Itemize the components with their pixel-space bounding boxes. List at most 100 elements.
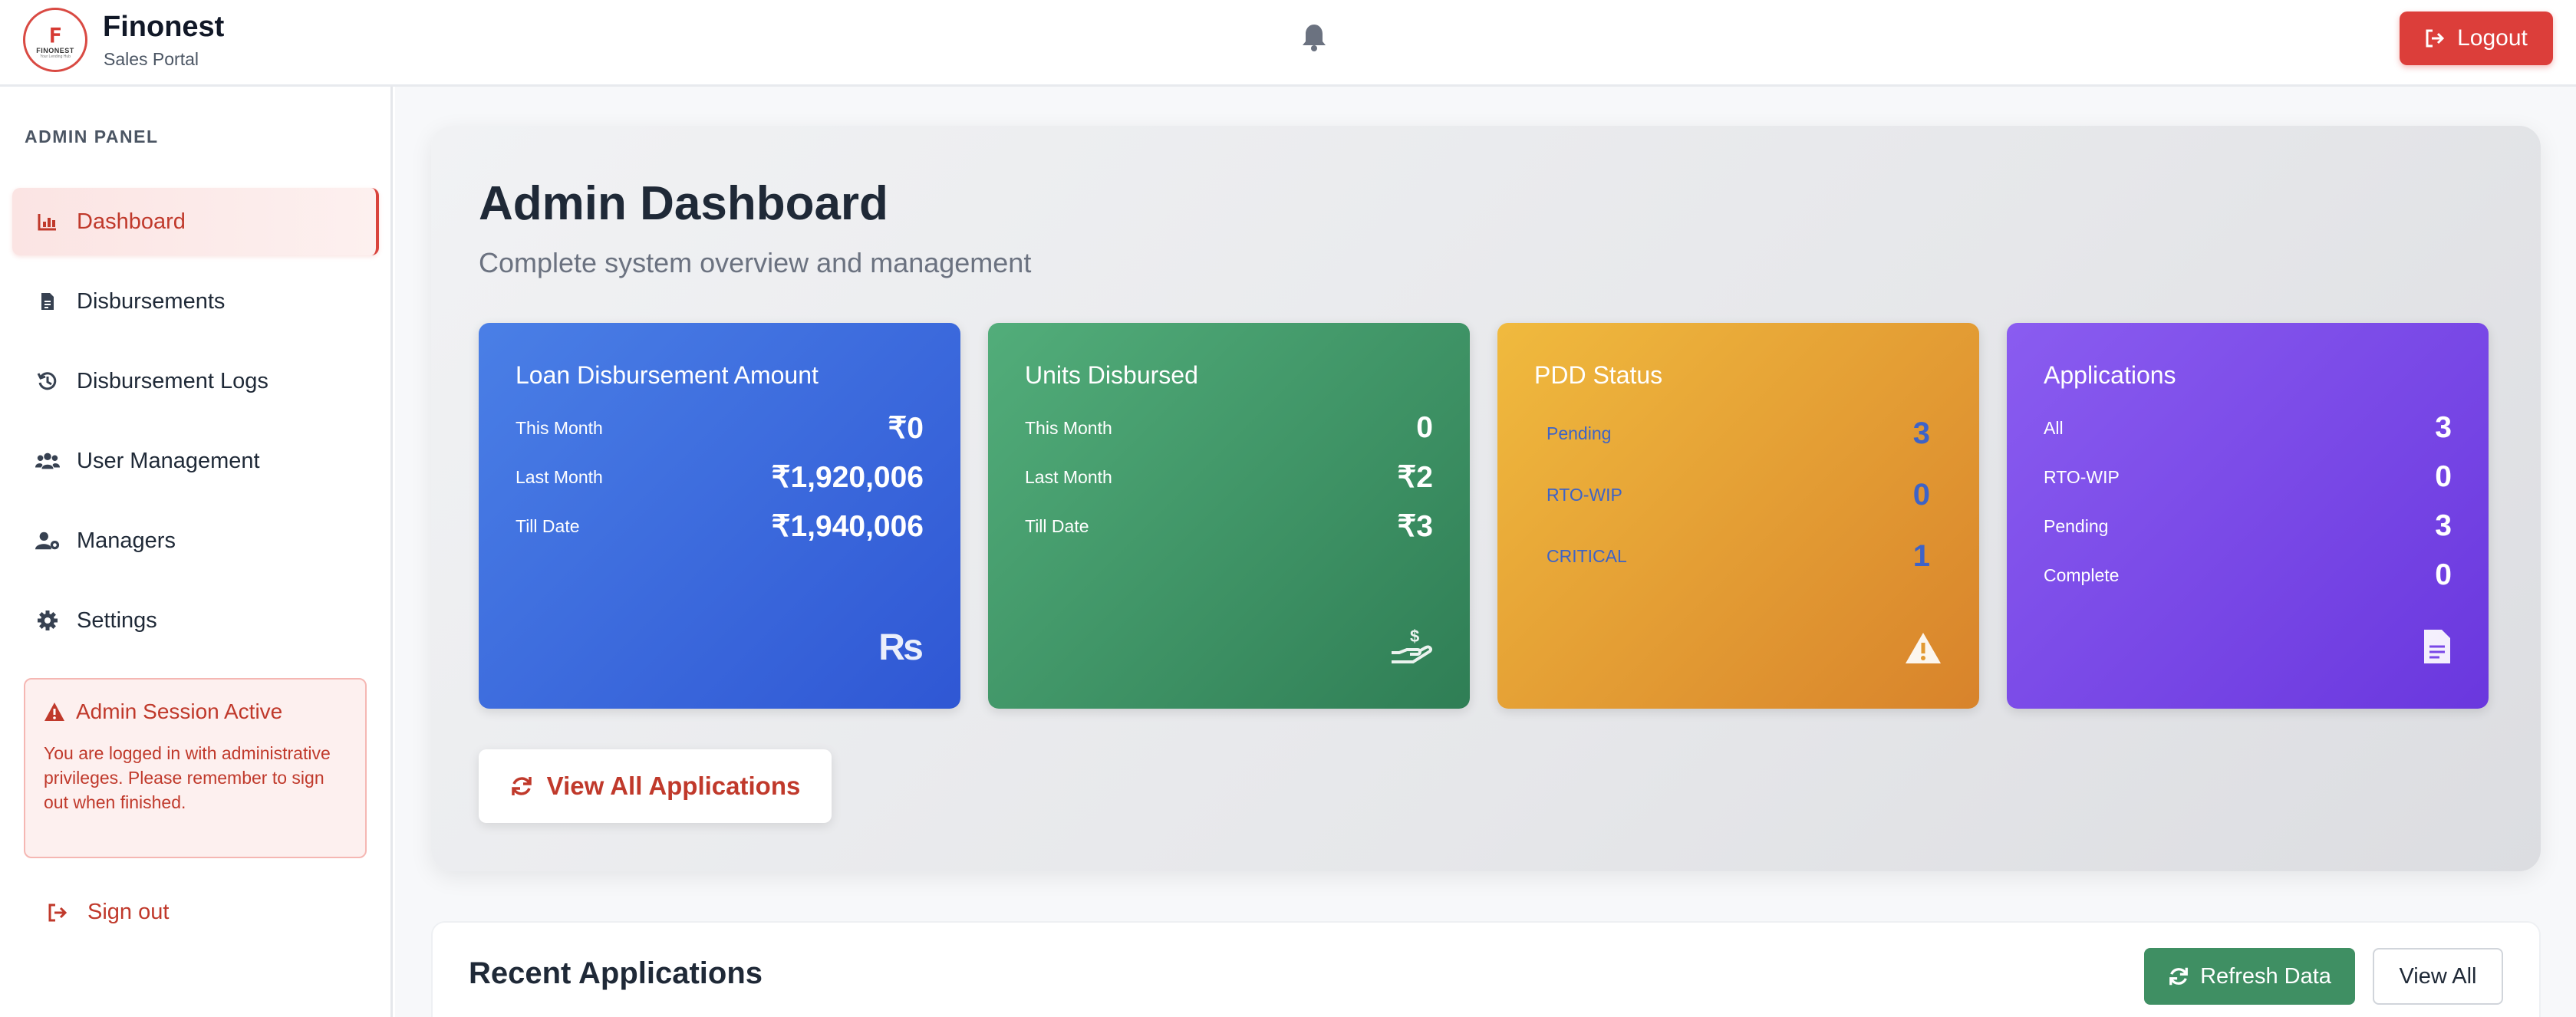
sidebar-item-settings[interactable]: Settings [12, 587, 379, 654]
notification-bell-icon[interactable] [1301, 23, 1327, 52]
chart-bar-icon [35, 209, 60, 234]
logo-f-icon: ꜰ [48, 19, 62, 48]
card-row: Till Date ₹3 [1025, 509, 1433, 544]
units-disbursed-card[interactable]: Units Disbursed This Month 0 Last Month … [988, 323, 1470, 709]
card-row: RTO-WIP 0 [1547, 478, 1930, 512]
finonest-logo[interactable]: ꜰ FINONEST Your Lending Hub [23, 8, 87, 72]
app-subtitle: Sales Portal [104, 49, 199, 69]
sidebar: ADMIN PANEL Dashboard Disbursements Disb… [0, 87, 393, 1017]
card-title: Loan Disbursement Amount [516, 361, 819, 389]
sidebar-item-disbursement-logs[interactable]: Disbursement Logs [12, 347, 379, 415]
card-row: Till Date ₹1,940,006 [516, 509, 924, 544]
row-label: Pending [2044, 515, 2109, 536]
app-name: Finonest [103, 11, 225, 43]
recent-applications-section: Recent Applications Refresh Data View Al… [431, 921, 2541, 1017]
logo-text: FINONEST [36, 47, 74, 54]
card-title: PDD Status [1534, 361, 1663, 389]
document-icon [2423, 628, 2452, 669]
loan-disbursement-card[interactable]: Loan Disbursement Amount This Month ₹0 L… [479, 323, 960, 709]
row-label: RTO-WIP [2044, 466, 2120, 487]
row-label: Till Date [516, 516, 580, 536]
row-value: 0 [2435, 558, 2452, 591]
sidebar-item-managers[interactable]: Managers [12, 507, 379, 574]
row-label: Till Date [1025, 516, 1089, 536]
applications-card[interactable]: Applications All 3 RTO-WIP 0 Pending 3 C… [2007, 323, 2489, 709]
refresh-data-label: Refresh Data [2200, 963, 2331, 989]
gear-icon [35, 608, 60, 633]
row-value: ₹2 [1397, 461, 1433, 494]
row-label: Pending [1547, 423, 1612, 443]
card-row: RTO-WIP 0 [2044, 460, 2452, 494]
row-label: All [2044, 417, 2064, 438]
main-content: Admin Dashboard Complete system overview… [395, 87, 2576, 1017]
panel-title: ADMIN PANEL [25, 127, 159, 146]
view-all-label: View All [2399, 963, 2477, 989]
sidebar-item-label: Disbursements [77, 288, 226, 314]
sidebar-item-label: Managers [77, 528, 176, 553]
card-row: All 3 [2044, 411, 2452, 445]
top-header: ꜰ FINONEST Your Lending Hub Finonest Sal… [0, 0, 2576, 87]
svg-text:$: $ [1410, 627, 1419, 646]
card-row: Pending 3 [2044, 509, 2452, 543]
sidebar-item-label: Settings [77, 607, 157, 633]
users-icon [35, 449, 60, 473]
file-icon [35, 289, 60, 314]
card-row: Complete 0 [2044, 558, 2452, 592]
admin-session-alert: Admin Session Active You are logged in w… [24, 678, 367, 858]
logout-button[interactable]: Logout [2400, 12, 2553, 65]
view-all-applications-label: View All Applications [546, 772, 801, 800]
alert-title-text: Admin Session Active [76, 699, 283, 723]
row-label: RTO-WIP [1547, 485, 1622, 505]
row-label: Last Month [1025, 467, 1112, 487]
row-value: 0 [1912, 478, 1930, 512]
alert-title: Admin Session Active [44, 699, 282, 724]
row-value: 0 [2435, 460, 2452, 493]
logout-icon [2426, 29, 2445, 48]
sidebar-item-disbursements[interactable]: Disbursements [12, 268, 379, 335]
card-title: Applications [2044, 361, 2176, 389]
row-value: 3 [2435, 411, 2452, 444]
rupee-icon: ₨ [878, 627, 924, 668]
refresh-data-button[interactable]: Refresh Data [2144, 948, 2355, 1005]
card-row: Last Month ₹2 [1025, 460, 1433, 495]
row-label: Complete [2044, 564, 2120, 585]
alert-text: You are logged in with administrative pr… [44, 743, 331, 812]
row-value: 3 [2435, 509, 2452, 542]
card-row: This Month ₹0 [516, 411, 924, 446]
card-title: Units Disbursed [1025, 361, 1198, 389]
sidebar-item-user-management[interactable]: User Management [12, 427, 379, 495]
sign-out-icon [48, 903, 68, 921]
page-subtitle: Complete system overview and management [479, 247, 1032, 278]
row-label: Last Month [516, 467, 603, 487]
warning-icon [44, 703, 64, 721]
view-all-button[interactable]: View All [2373, 948, 2503, 1005]
user-cog-icon [35, 528, 60, 553]
pdd-status-card[interactable]: PDD Status Pending 3 RTO-WIP 0 CRITICAL … [1497, 323, 1979, 709]
page-title: Admin Dashboard [479, 177, 888, 230]
sign-out-link[interactable]: Sign out [48, 900, 169, 925]
card-row: CRITICAL 1 [1547, 539, 1930, 574]
sidebar-item-dashboard[interactable]: Dashboard [12, 188, 379, 255]
row-label: This Month [1025, 417, 1112, 438]
dashboard-hero: Admin Dashboard Complete system overview… [431, 126, 2541, 871]
row-value: ₹1,940,006 [771, 510, 924, 543]
row-value: ₹1,920,006 [771, 461, 924, 494]
row-value: ₹0 [888, 412, 924, 445]
card-row: Pending 3 [1547, 416, 1930, 451]
row-value: ₹3 [1397, 510, 1433, 543]
section-title: Recent Applications [469, 956, 763, 990]
card-row: Last Month ₹1,920,006 [516, 460, 924, 495]
row-label: CRITICAL [1547, 546, 1627, 566]
row-value: 0 [1416, 411, 1433, 444]
sign-out-label: Sign out [87, 900, 170, 924]
refresh-icon [511, 777, 532, 795]
warning-icon [1904, 631, 1942, 669]
sidebar-item-label: Dashboard [77, 209, 186, 234]
view-all-applications-button[interactable]: View All Applications [479, 749, 832, 823]
logout-label: Logout [2457, 25, 2528, 51]
refresh-icon [2169, 967, 2188, 986]
sidebar-item-label: User Management [77, 448, 260, 473]
logo-tagline: Your Lending Hub [40, 54, 71, 59]
card-row: This Month 0 [1025, 411, 1433, 445]
hand-holding-dollar-icon: $ [1390, 627, 1433, 669]
